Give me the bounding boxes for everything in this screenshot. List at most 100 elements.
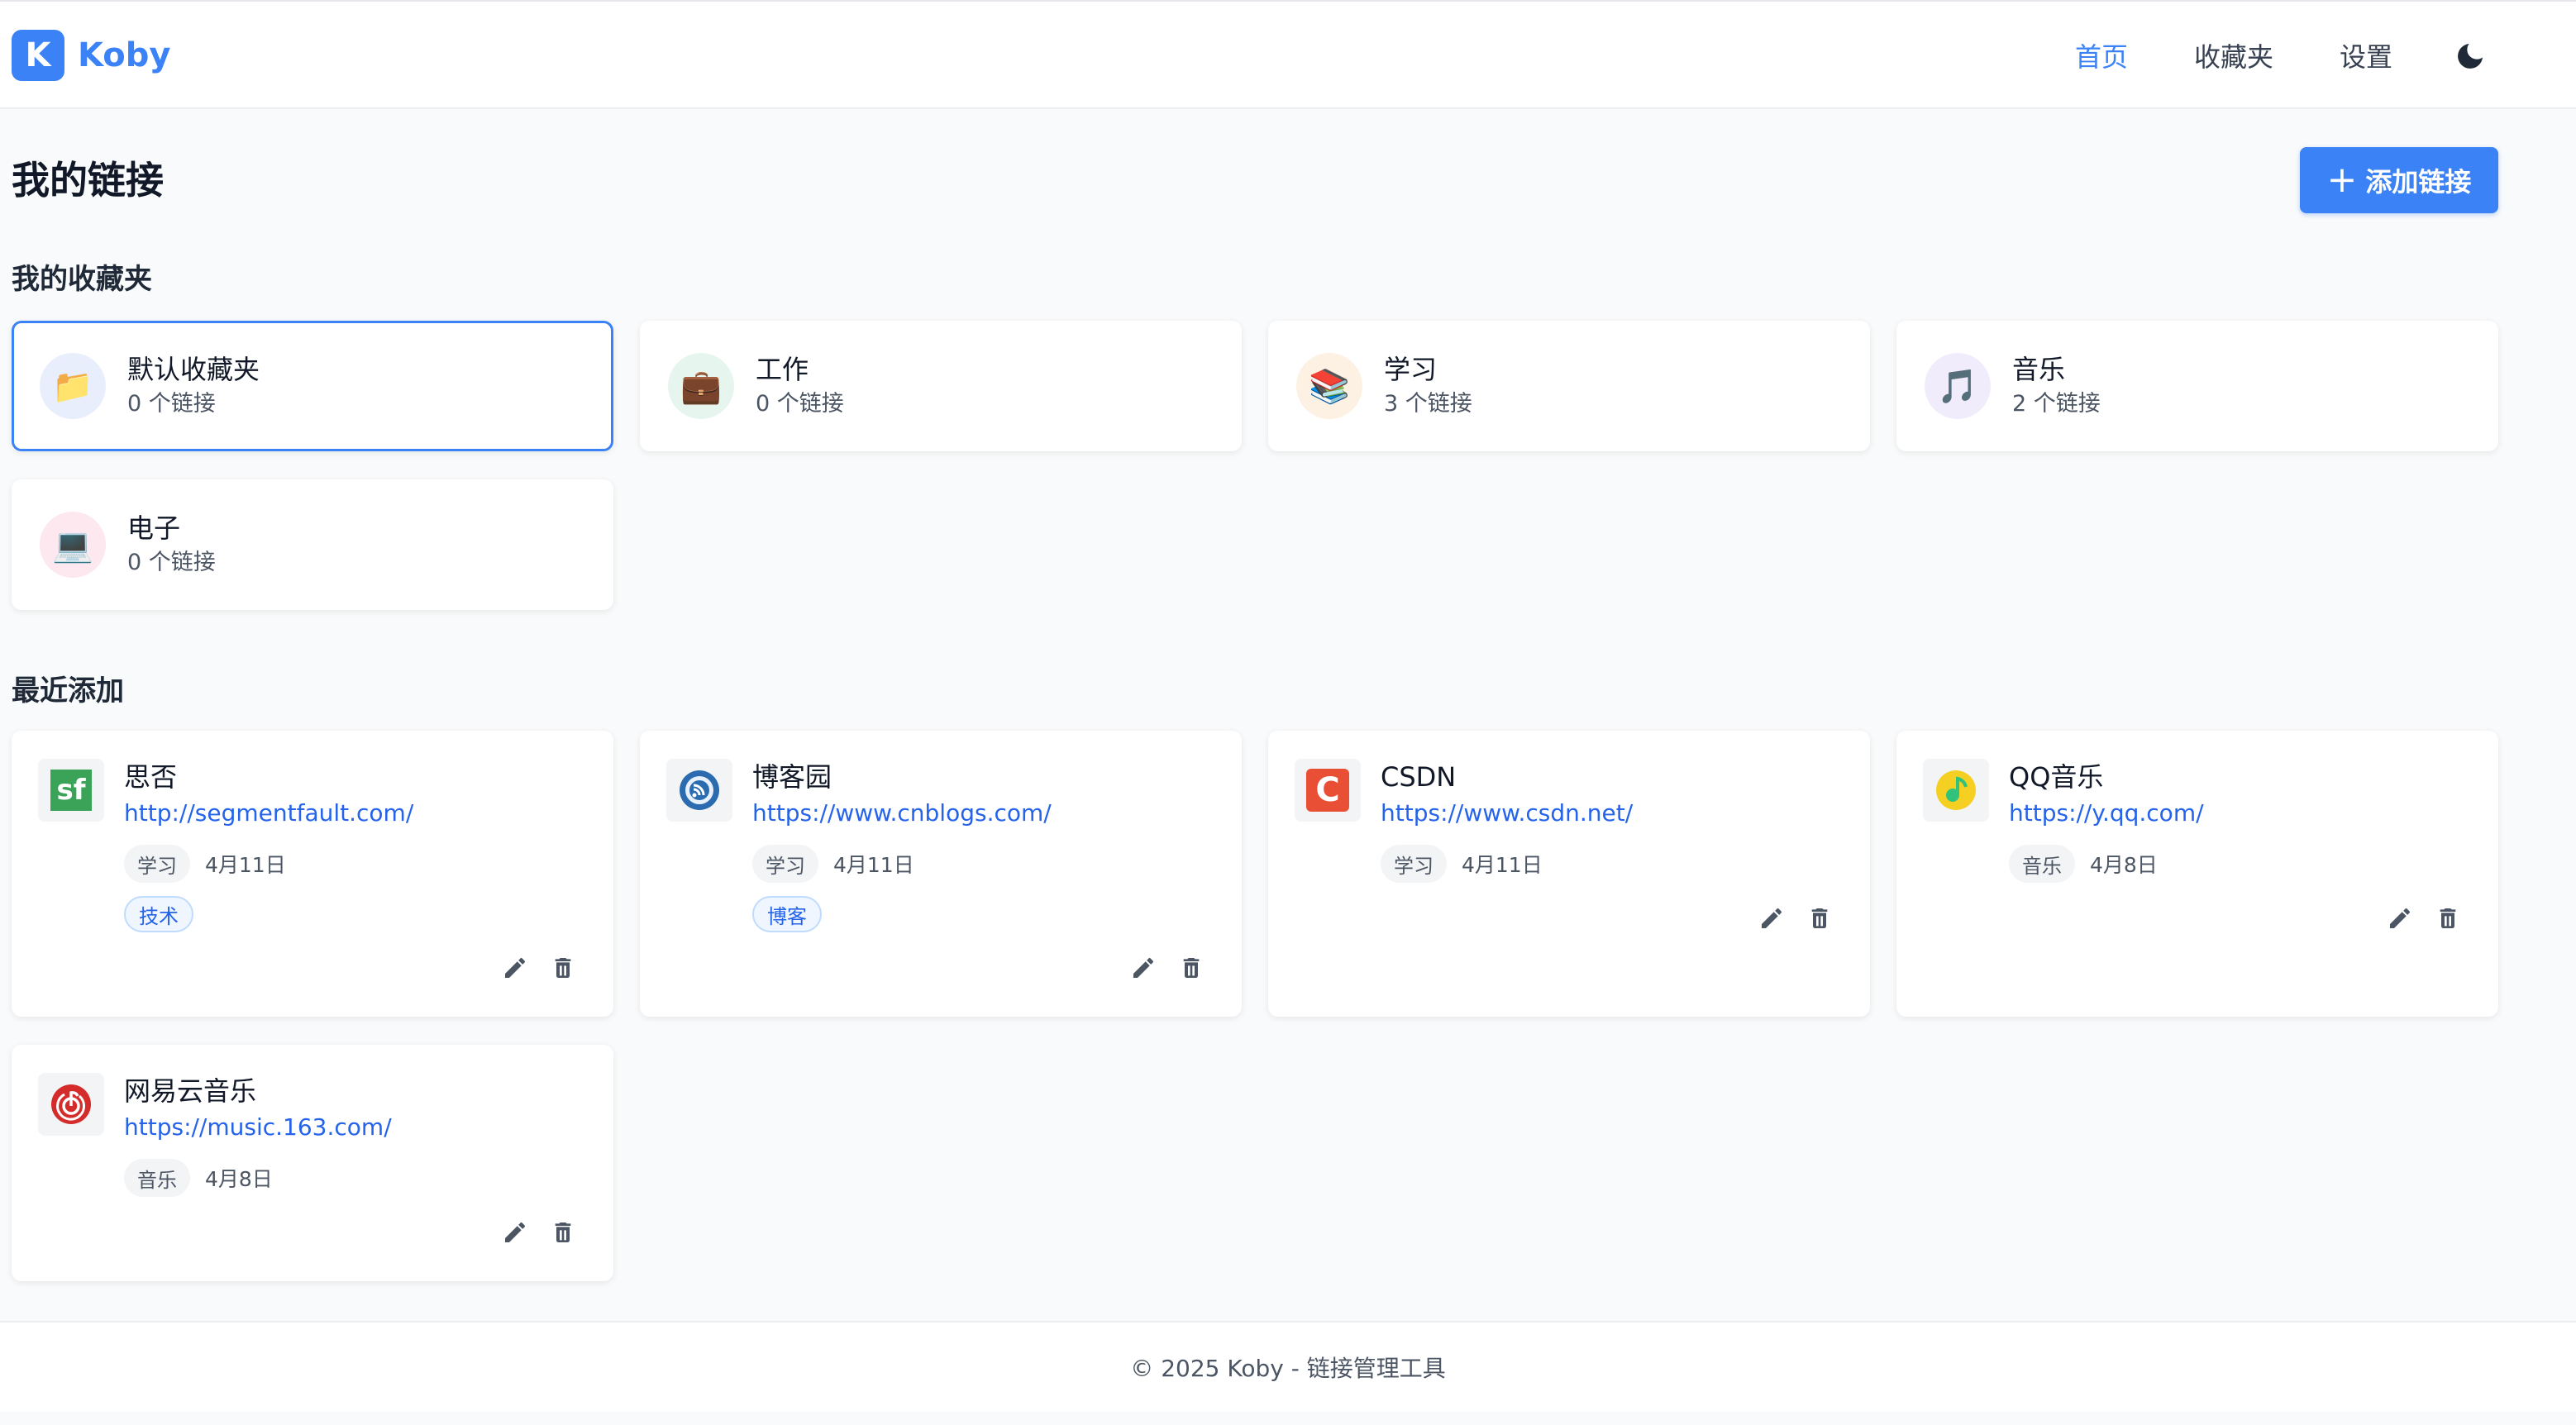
pencil-icon <box>505 957 526 978</box>
link-meta: 学习 4月11日 <box>1381 845 1543 883</box>
sf-logo-mark: sf <box>50 770 92 811</box>
folder-icon: 📁 <box>40 353 106 419</box>
category-chip: 音乐 <box>2009 845 2075 883</box>
link-meta: 音乐 4月8日 <box>2009 845 2158 883</box>
link-date: 4月8日 <box>2090 853 2158 877</box>
folder-card-study[interactable]: 📚 学习 3 个链接 <box>1268 321 1870 451</box>
pencil-icon <box>2390 908 2411 928</box>
main-nav: 首页 收藏夹 设置 <box>0 36 2576 78</box>
moon-icon <box>2458 44 2483 69</box>
edit-button[interactable] <box>1128 952 1159 984</box>
link-actions <box>483 1217 579 1248</box>
link-date: 4月11日 <box>833 853 914 877</box>
link-name: 思否 <box>124 761 178 793</box>
link-meta: 学习 4月11日 <box>752 845 914 883</box>
cnblogs-favicon-icon <box>666 759 732 822</box>
pencil-icon <box>505 1222 526 1242</box>
category-chip: 音乐 <box>124 1159 190 1197</box>
delete-button[interactable] <box>547 952 579 984</box>
link-name: 网易云音乐 <box>124 1075 257 1107</box>
folder-count: 2 个链接 <box>2012 391 2101 417</box>
category-chip: 学习 <box>124 845 190 883</box>
link-url[interactable]: http://segmentfault.com/ <box>124 797 413 830</box>
trash-icon <box>1183 958 1200 978</box>
tag-chip[interactable]: 博客 <box>752 896 822 932</box>
trash-icon <box>1811 908 1828 928</box>
folder-card-default[interactable]: 📁 默认收藏夹 0 个链接 <box>12 321 613 451</box>
link-date: 4月11日 <box>1462 853 1543 877</box>
csdn-logo-mark: C <box>1306 769 1349 812</box>
csdn-favicon-icon: C <box>1295 759 1361 822</box>
link-date: 4月11日 <box>205 853 286 877</box>
link-url[interactable]: https://y.qq.com/ <box>2009 797 2204 830</box>
edit-button[interactable] <box>2384 903 2416 934</box>
trash-icon <box>555 958 571 978</box>
folder-card-electronics[interactable]: 💻 电子 0 个链接 <box>12 479 613 610</box>
link-name: CSDN <box>1381 761 1457 793</box>
qq-music-logo-icon <box>1936 770 1976 810</box>
tag-chip[interactable]: 技术 <box>124 896 193 932</box>
briefcase-icon: 💼 <box>668 353 734 419</box>
link-meta: 学习 4月11日 <box>124 845 286 883</box>
folder-count: 0 个链接 <box>127 550 216 575</box>
link-card[interactable]: QQ音乐 https://y.qq.com/ 音乐 4月8日 <box>1896 731 2498 1017</box>
qq-music-favicon-icon <box>1923 759 1989 822</box>
link-actions <box>1111 952 1207 984</box>
top-navbar: K Koby 首页 收藏夹 设置 <box>0 0 2576 109</box>
segmentfault-favicon-icon: sf <box>38 759 104 822</box>
pencil-icon <box>1762 908 1782 928</box>
link-card[interactable]: 博客园 https://www.cnblogs.com/ 学习 4月11日 博客 <box>640 731 1242 1017</box>
link-actions <box>483 952 579 984</box>
plus-icon: + <box>2326 159 2358 201</box>
books-icon: 📚 <box>1296 353 1362 419</box>
footer: © 2025 Koby - 链接管理工具 <box>0 1321 2576 1412</box>
delete-button[interactable] <box>1176 952 1207 984</box>
dark-mode-toggle[interactable] <box>2454 40 2487 73</box>
folder-name: 电子 <box>127 512 181 544</box>
nav-settings[interactable]: 设置 <box>2340 36 2392 78</box>
link-url[interactable]: https://www.cnblogs.com/ <box>752 797 1052 830</box>
netease-music-favicon-icon <box>38 1073 104 1136</box>
link-name: 博客园 <box>752 761 832 793</box>
folder-count: 0 个链接 <box>127 391 216 417</box>
folder-name: 工作 <box>756 354 809 385</box>
folder-card-work[interactable]: 💼 工作 0 个链接 <box>640 321 1242 451</box>
folders-section-title: 我的收藏夹 <box>12 263 152 296</box>
delete-button[interactable] <box>2432 903 2464 934</box>
link-date: 4月8日 <box>205 1167 273 1191</box>
trash-icon <box>2440 908 2456 928</box>
footer-text: © 2025 Koby - 链接管理工具 <box>1130 1355 1446 1382</box>
category-chip: 学习 <box>752 845 818 883</box>
link-actions <box>2368 903 2464 934</box>
link-url[interactable]: https://www.csdn.net/ <box>1381 797 1633 830</box>
folder-name: 默认收藏夹 <box>127 354 260 385</box>
link-url[interactable]: https://music.163.com/ <box>124 1111 392 1144</box>
folder-name: 学习 <box>1384 354 1438 385</box>
recent-section-title: 最近添加 <box>12 674 124 708</box>
pencil-icon <box>1133 957 1154 978</box>
link-actions <box>1739 903 1835 934</box>
folder-card-music[interactable]: 🎵 音乐 2 个链接 <box>1896 321 2498 451</box>
folder-count: 0 个链接 <box>756 391 844 417</box>
laptop-icon: 💻 <box>40 512 106 578</box>
link-name: QQ音乐 <box>2009 761 2104 793</box>
link-card[interactable]: 网易云音乐 https://music.163.com/ 音乐 4月8日 <box>12 1045 613 1281</box>
link-card[interactable]: sf 思否 http://segmentfault.com/ 学习 4月11日 … <box>12 731 613 1017</box>
add-link-label: 添加链接 <box>2365 166 2472 198</box>
delete-button[interactable] <box>1804 903 1835 934</box>
edit-button[interactable] <box>499 952 531 984</box>
music-note-icon: 🎵 <box>1925 353 1991 419</box>
nav-favorites[interactable]: 收藏夹 <box>2194 36 2273 78</box>
delete-button[interactable] <box>547 1217 579 1248</box>
trash-icon <box>555 1222 571 1242</box>
folder-name: 音乐 <box>2012 354 2066 385</box>
add-link-button[interactable]: + 添加链接 <box>2300 147 2498 213</box>
netease-music-logo-icon <box>51 1084 91 1124</box>
category-chip: 学习 <box>1381 845 1447 883</box>
folder-count: 3 个链接 <box>1384 391 1472 417</box>
nav-home[interactable]: 首页 <box>2075 36 2128 78</box>
edit-button[interactable] <box>499 1217 531 1248</box>
edit-button[interactable] <box>1756 903 1787 934</box>
cnblogs-logo-icon <box>680 770 719 810</box>
link-card[interactable]: C CSDN https://www.csdn.net/ 学习 4月11日 <box>1268 731 1870 1017</box>
